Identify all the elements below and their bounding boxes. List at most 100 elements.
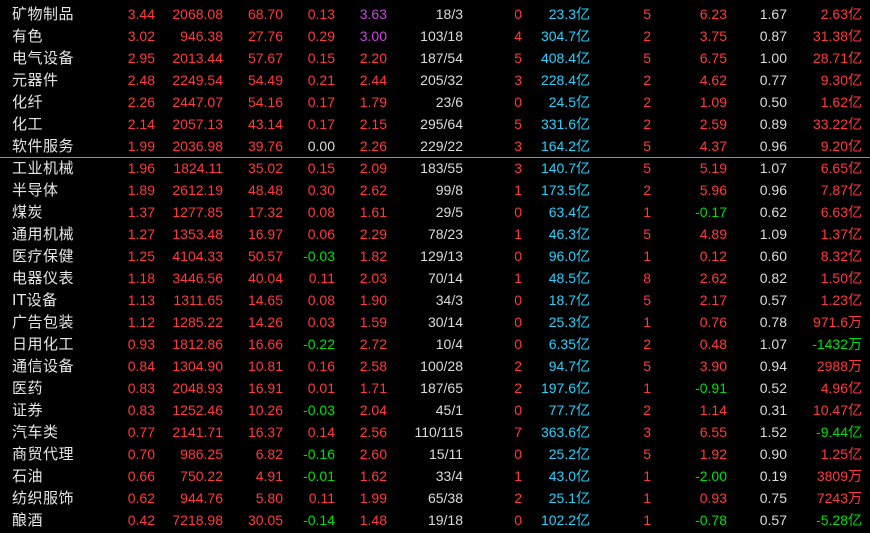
table-row[interactable]: 纺织服饰 0.62 944.76 5.80 0.11 1.99 65/38 2 25.1亿 1 0.…: [0, 487, 870, 509]
table-cell: 0.11: [308, 490, 335, 506]
table-cell: 1.09: [759, 226, 787, 242]
table-cell: 6.75: [699, 50, 727, 66]
table-cell: 100/28: [420, 358, 463, 374]
table-row[interactable]: 元器件 2.48 2249.54 54.49 0.21 2.44 205/32 3 228.4亿…: [0, 69, 870, 91]
table-cell: 1.82: [359, 248, 387, 264]
table-cell: -0.01: [303, 468, 335, 484]
table-cell: -0.16: [303, 446, 335, 462]
table-cell: 0.87: [759, 28, 787, 44]
table-cell: 2: [643, 402, 651, 418]
table-row[interactable]: 医疗保健 1.25 4104.33 50.57 -0.03 1.82 129/13 0 96.0…: [0, 245, 870, 267]
table-cell: 1.48: [359, 512, 387, 528]
table-cell: 2.60: [359, 446, 387, 462]
table-cell: 48.5亿: [548, 270, 590, 286]
table-cell: 3.63: [359, 6, 387, 22]
table-cell: 0.96: [759, 138, 787, 154]
table-row[interactable]: 通信设备 0.84 1304.90 10.81 0.16 2.58 100/28 2 94.7亿…: [0, 355, 870, 377]
table-cell: 1.25亿: [820, 446, 862, 462]
table-cell: 43.14: [247, 116, 283, 132]
table-row[interactable]: 酿酒 0.42 7218.98 30.05 -0.14 1.48 19/18 0 102.2亿 1…: [0, 509, 870, 531]
table-cell: 2988万: [816, 358, 862, 374]
sector-name: 广告包装: [12, 313, 75, 331]
table-cell: 1: [514, 270, 522, 286]
table-row[interactable]: 医药 0.83 2048.93 16.91 0.01 1.71 187/65 2 197.6亿 1…: [0, 377, 870, 399]
table-cell: -0.14: [303, 512, 335, 528]
table-cell: 27.76: [247, 28, 283, 44]
table-row[interactable]: 半导体 1.89 2612.19 48.48 0.30 2.62 99/8 1 173.5亿 2 5…: [0, 179, 870, 201]
table-cell: 2249.54: [172, 72, 223, 88]
table-cell: 1.37亿: [820, 226, 862, 242]
table-row[interactable]: 石油 0.66 750.22 4.91 -0.01 1.62 33/4 1 43.0亿 1 -2.0…: [0, 465, 870, 487]
table-row[interactable]: 矿物制品 3.44 2068.08 68.70 0.13 3.63 18/3 0 23.3亿 5 6…: [0, 3, 870, 25]
table-cell: 1.96: [127, 160, 155, 176]
table-row[interactable]: 工业机械 1.96 1824.11 35.02 0.15 2.09 183/55 3 140.7…: [0, 157, 870, 179]
table-cell: 3.90: [699, 358, 727, 374]
table-cell: 16.97: [247, 226, 283, 242]
table-row[interactable]: 煤炭 1.37 1277.85 17.32 0.08 1.61 29/5 0 63.4亿 1 -0.…: [0, 201, 870, 223]
table-cell: 1277.85: [172, 204, 223, 220]
table-row[interactable]: 化工 2.14 2057.13 43.14 0.17 2.15 295/64 5 331.6亿 2…: [0, 113, 870, 135]
table-cell: 0.93: [127, 336, 155, 352]
table-cell: 0.57: [759, 512, 787, 528]
table-cell: 14.26: [247, 314, 283, 330]
table-cell: 205/32: [420, 72, 463, 88]
table-cell: 3.75: [699, 28, 727, 44]
table-cell: 1: [514, 182, 522, 198]
table-cell: 0.06: [307, 226, 335, 242]
sector-name: 化纤: [12, 93, 44, 111]
table-cell: 40.04: [247, 270, 283, 286]
table-cell: -9.44亿: [816, 424, 862, 440]
table-row[interactable]: 软件服务 1.99 2036.98 39.76 0.00 2.26 229/22 3 164.2…: [0, 135, 870, 157]
table-cell: 187/65: [420, 380, 463, 396]
sector-name: 医疗保健: [12, 247, 75, 265]
table-cell: 0: [514, 6, 522, 22]
table-cell: 1.71: [359, 380, 387, 396]
table-cell: 0.42: [127, 512, 155, 528]
table-row[interactable]: 汽车类 0.77 2141.71 16.37 0.14 2.56 110/115 7 363.6…: [0, 421, 870, 443]
sector-quote-table: 矿物制品 3.44 2068.08 68.70 0.13 3.63 18/3 0 23.3亿 5 6…: [0, 0, 870, 533]
table-cell: 2.62: [359, 182, 387, 198]
table-cell: 1: [514, 226, 522, 242]
table-cell: 0.08: [307, 292, 335, 308]
table-cell: 0.50: [759, 94, 787, 110]
table-cell: 25.2亿: [548, 446, 590, 462]
table-cell: 3.02: [127, 28, 155, 44]
table-row[interactable]: 通用机械 1.27 1353.48 16.97 0.06 2.29 78/23 1 46.3亿 5…: [0, 223, 870, 245]
sector-name: 商贸代理: [12, 445, 75, 463]
table-row[interactable]: 化纤 2.26 2447.07 54.16 0.17 1.79 23/6 0 24.5亿 2 1.0…: [0, 91, 870, 113]
table-cell: 77.7亿: [548, 402, 590, 418]
table-cell: 7.87亿: [820, 182, 862, 198]
table-row[interactable]: 证券 0.83 1252.46 10.26 -0.03 2.04 45/1 0 77.7亿 2 1.…: [0, 399, 870, 421]
table-cell: 0.03: [307, 314, 335, 330]
table-cell: 2: [643, 94, 651, 110]
table-row[interactable]: 电器仪表 1.18 3446.56 40.04 0.11 2.03 70/14 1 48.5亿 8…: [0, 267, 870, 289]
table-row[interactable]: 商贸代理 0.70 986.25 6.82 -0.16 2.60 15/11 0 25.2亿 5 1…: [0, 443, 870, 465]
table-cell: 4.96亿: [820, 380, 862, 396]
table-row[interactable]: IT设备 1.13 1311.65 14.65 0.08 1.90 34/3 0 18.7亿 5 2…: [0, 289, 870, 311]
table-cell: 33/4: [435, 468, 463, 484]
table-row[interactable]: 电气设备 2.95 2013.44 57.67 0.15 2.20 187/54 5 408.4…: [0, 47, 870, 69]
table-cell: 1.90: [359, 292, 387, 308]
table-cell: 2036.98: [172, 138, 223, 154]
table-cell: 2: [643, 72, 651, 88]
table-cell: 17.32: [247, 204, 283, 220]
table-cell: -0.22: [303, 336, 335, 352]
table-row[interactable]: 广告包装 1.12 1285.22 14.26 0.03 1.59 30/14 0 25.3亿 1…: [0, 311, 870, 333]
table-cell: 0.77: [127, 424, 155, 440]
sector-name: 电器仪表: [12, 269, 75, 287]
table-cell: 1.37: [127, 204, 155, 220]
table-row[interactable]: 有色 3.02 946.38 27.76 0.29 3.00 103/18 4 304.7亿 2 3…: [0, 25, 870, 47]
table-cell: 1.07: [759, 336, 787, 352]
table-cell: 1812.86: [172, 336, 223, 352]
table-cell: 1285.22: [172, 314, 223, 330]
table-row[interactable]: 日用化工 0.93 1812.86 16.66 -0.22 2.72 10/4 0 6.35亿 2…: [0, 333, 870, 355]
table-cell: -0.17: [695, 204, 727, 220]
table-cell: 25.3亿: [548, 314, 590, 330]
table-cell: 183/55: [420, 160, 463, 176]
table-cell: 1.18: [127, 270, 155, 286]
table-cell: 4.62: [699, 72, 727, 88]
table-cell: 1.99: [127, 138, 155, 154]
table-cell: 0: [514, 314, 522, 330]
table-cell: 34/3: [435, 292, 463, 308]
table-cell: 0.76: [699, 314, 727, 330]
